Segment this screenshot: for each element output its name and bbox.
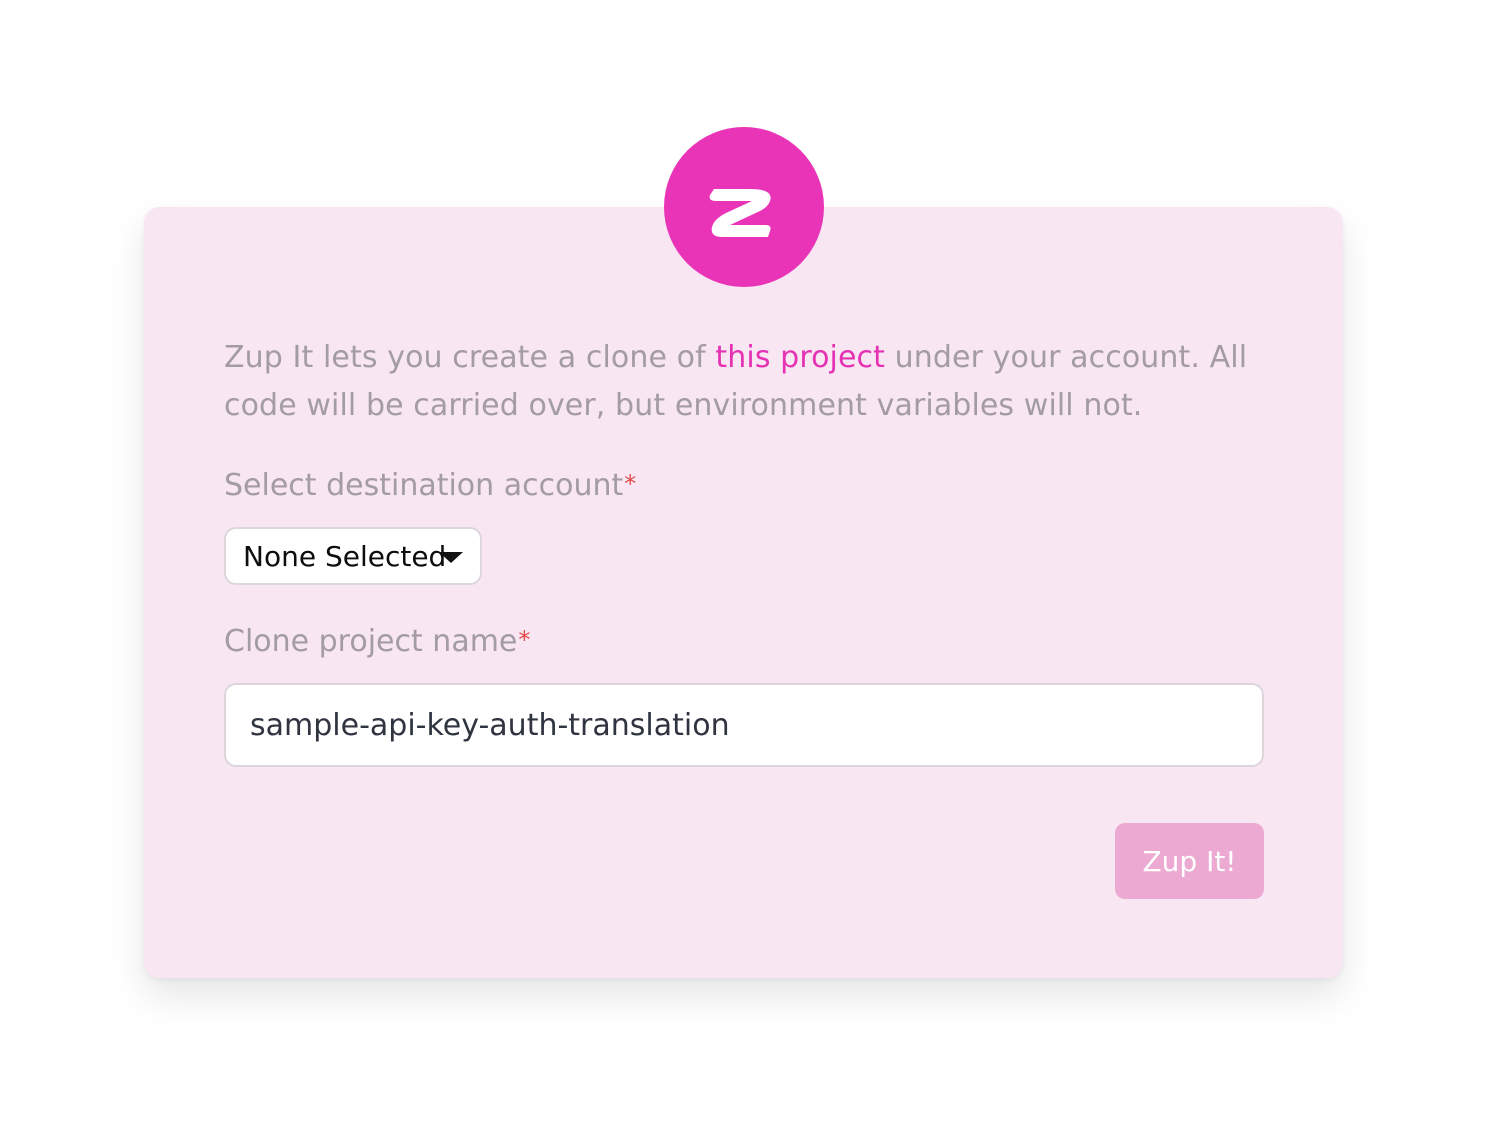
- required-asterisk: *: [518, 626, 531, 654]
- required-asterisk: *: [624, 470, 637, 498]
- zup-it-button[interactable]: Zup It!: [1115, 823, 1264, 899]
- this-project-link[interactable]: this project: [715, 340, 885, 375]
- destination-account-label-text: Select destination account: [224, 468, 624, 503]
- page: Zup It lets you create a clone of this p…: [0, 0, 1504, 1146]
- clone-description: Zup It lets you create a clone of this p…: [224, 334, 1264, 430]
- destination-account-label: Select destination account*: [224, 466, 636, 506]
- selected-account-value: None Selected: [243, 539, 447, 573]
- clone-project-name-label-text: Clone project name: [224, 624, 518, 659]
- clone-project-name-input[interactable]: [224, 683, 1264, 767]
- chevron-down-icon: [439, 552, 463, 563]
- zuplo-logo: [664, 127, 824, 287]
- description-text-before: Zup It lets you create a clone of: [224, 340, 716, 375]
- destination-account-select[interactable]: None Selected: [224, 527, 482, 585]
- zuplo-z-logo-icon: [709, 189, 771, 237]
- clone-project-name-label: Clone project name*: [224, 622, 530, 662]
